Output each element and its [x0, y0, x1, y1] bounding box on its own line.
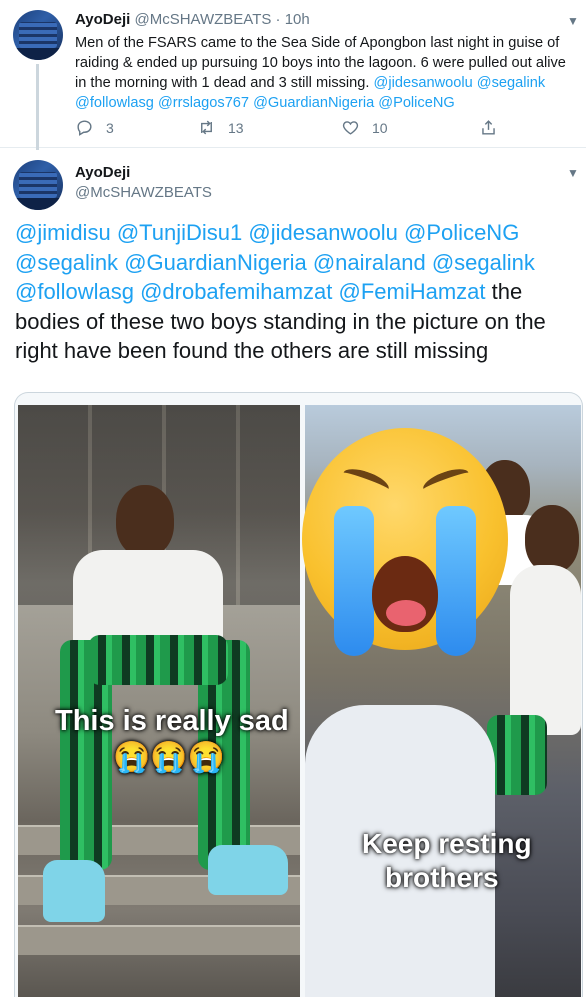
retweet-button[interactable]: 13: [197, 118, 244, 137]
author-name[interactable]: AyoDeji: [75, 11, 130, 28]
author-handle[interactable]: @McSHAWZBEATS: [134, 11, 271, 28]
reply-icon: [77, 120, 92, 136]
overlay-emojis: 😭😭😭: [113, 741, 226, 774]
mention-link[interactable]: @nairaland: [313, 250, 426, 275]
mention-link[interactable]: @jidesanwoolu: [374, 75, 473, 91]
timestamp[interactable]: 10h: [285, 11, 310, 28]
tweet-text-large: @jimidisu @TunjiDisu1 @jidesanwoolu @Pol…: [15, 218, 580, 366]
overlay-caption-right-1: Keep resting: [362, 828, 532, 859]
overlay-caption-left: This is really sad: [55, 705, 289, 737]
like-count: 10: [372, 119, 388, 136]
reply-button[interactable]: 3: [75, 118, 114, 137]
mention-link[interactable]: @PoliceNG: [404, 220, 519, 245]
mention-link[interactable]: @followlasg: [15, 279, 134, 304]
photo-left[interactable]: [18, 405, 300, 997]
reply-count: 3: [106, 119, 114, 136]
like-button[interactable]: 10: [341, 118, 388, 137]
retweet-icon: [201, 120, 212, 135]
mention-link[interactable]: @GuardianNigeria: [253, 95, 374, 111]
mention-link[interactable]: @followlasg: [75, 95, 154, 111]
share-button[interactable]: [479, 118, 510, 137]
photo-step: [18, 925, 300, 955]
separator: ·: [275, 11, 281, 28]
chevron-down-icon[interactable]: ▼: [567, 14, 579, 28]
mention-link[interactable]: @segalink: [15, 250, 118, 275]
author-handle[interactable]: @McSHAWZBEATS: [75, 184, 212, 201]
mention-link[interactable]: @segalink: [477, 75, 545, 91]
mention-link[interactable]: @TunjiDisu1: [117, 220, 242, 245]
mention-link[interactable]: @GuardianNigeria: [124, 250, 307, 275]
mention-link[interactable]: @FemiHamzat: [339, 279, 486, 304]
heart-icon: [342, 121, 359, 135]
avatar[interactable]: [13, 10, 63, 60]
mention-link[interactable]: @PoliceNG: [378, 95, 454, 111]
mention-link[interactable]: @drobafemihamzat: [140, 279, 332, 304]
overlay-caption-right-2: brothers: [385, 862, 499, 893]
tweet-header: AyoDeji @McSHAWZBEATS · 10h: [75, 11, 310, 28]
avatar[interactable]: [13, 160, 63, 210]
tweet-actions: 3 13 10: [75, 118, 515, 138]
mention-link[interactable]: @jidesanwoolu: [248, 220, 398, 245]
tweet-media[interactable]: [14, 392, 583, 997]
mention-link[interactable]: @jimidisu: [15, 220, 111, 245]
thread-connector: [36, 64, 39, 150]
retweet-count: 13: [228, 119, 244, 136]
author-name[interactable]: AyoDeji: [75, 164, 130, 181]
tweet-parent[interactable]: AyoDeji @McSHAWZBEATS · 10h ▼ Men of the…: [0, 0, 586, 150]
tweet-text: Men of the FSARS came to the Sea Side of…: [75, 33, 575, 113]
share-icon: [482, 120, 495, 135]
chevron-down-icon[interactable]: ▼: [567, 166, 579, 180]
crying-emoji-sticker: [302, 428, 508, 656]
mention-link[interactable]: @segalink: [432, 250, 535, 275]
mention-link[interactable]: @rrslagos767: [158, 95, 249, 111]
